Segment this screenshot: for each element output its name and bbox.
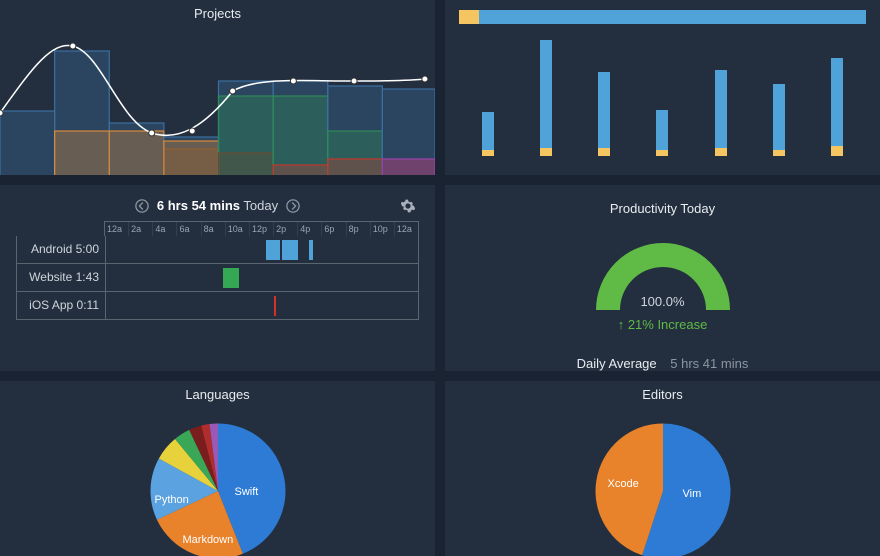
timeline-tick: 12a [105,222,128,236]
slice-label-xcode: Xcode [608,478,639,490]
weekly-bars-chart [445,0,880,165]
productivity-delta: ↑ 21% Increase [445,317,880,332]
weekly-bars-panel [445,0,880,175]
timeline-block [223,268,239,288]
timeline-track [105,236,418,263]
timeline: 12a2a4a6a8a10a12p2p4p6p8p10p12a Android … [0,219,435,336]
weekly-bar [598,72,610,156]
timeline-row: iOS App 0:11 [16,292,419,320]
slice-label-vim: Vim [683,488,702,500]
timeline-block [282,240,299,260]
timeline-block [309,240,313,260]
slice-label-markdown: Markdown [183,534,234,546]
timeline-track [105,292,418,319]
gear-icon[interactable] [401,197,415,213]
timeline-track [105,264,418,291]
timeline-row-label: Website 1:43 [17,270,105,284]
weekly-bar [715,70,727,156]
timeline-row-label: Android 5:00 [17,242,105,256]
timeline-tick: 8p [346,222,370,236]
timeline-block [274,296,277,316]
languages-pie: Swift Markdown Python [143,416,293,556]
timeline-row-label: iOS App 0:11 [17,298,105,312]
weekly-bar [540,40,552,156]
arrow-up-icon: ↑ [618,317,625,332]
languages-title: Languages [0,381,435,412]
timeline-tick: 10a [225,222,249,236]
weekly-bar [656,110,668,156]
editors-title: Editors [445,381,880,412]
timeline-tick: 12p [249,222,273,236]
projects-chart [0,31,435,175]
daily-average: Daily Average 5 hrs 41 mins [445,356,880,370]
progress-bar [459,10,866,24]
languages-panel: Languages Swift Markdown Python [0,381,435,556]
timeline-tick: 2p [273,222,297,236]
timeline-row: Android 5:00 [16,236,419,264]
slice-label-python: Python [155,494,189,506]
timeline-tick: 10p [370,222,394,236]
today-panel: 6 hrs 54 mins Today 12a2a4a6a8a10a12p2p4… [0,185,435,370]
productivity-gauge [593,240,733,310]
slice-label-swift: Swift [235,486,259,498]
prev-icon[interactable] [135,197,149,213]
timeline-tick: 12a [394,222,418,236]
timeline-tick: 4p [297,222,321,236]
editors-pie: Vim Xcode [588,416,738,556]
today-header: 6 hrs 54 mins Today [0,185,435,219]
projects-title: Projects [0,0,435,31]
timeline-tick: 8a [201,222,225,236]
timeline-tick: 2a [128,222,152,236]
timeline-tick: 6p [321,222,345,236]
editors-panel: Editors Vim Xcode [445,381,880,556]
weekly-bar [482,112,494,156]
today-total: 6 hrs 54 mins Today [157,198,278,213]
next-icon[interactable] [286,197,300,213]
progress-bar-fill [459,10,479,24]
weekly-bar [773,84,785,156]
productivity-title: Productivity Today [445,195,880,226]
timeline-tick: 4a [152,222,176,236]
weekly-bar [831,58,843,156]
timeline-block [266,240,280,260]
timeline-row: Website 1:43 [16,264,419,292]
projects-panel: Projects [0,0,435,175]
timeline-tick: 6a [176,222,200,236]
productivity-panel: Productivity Today 100.0% ↑ 21% Increase… [445,185,880,370]
